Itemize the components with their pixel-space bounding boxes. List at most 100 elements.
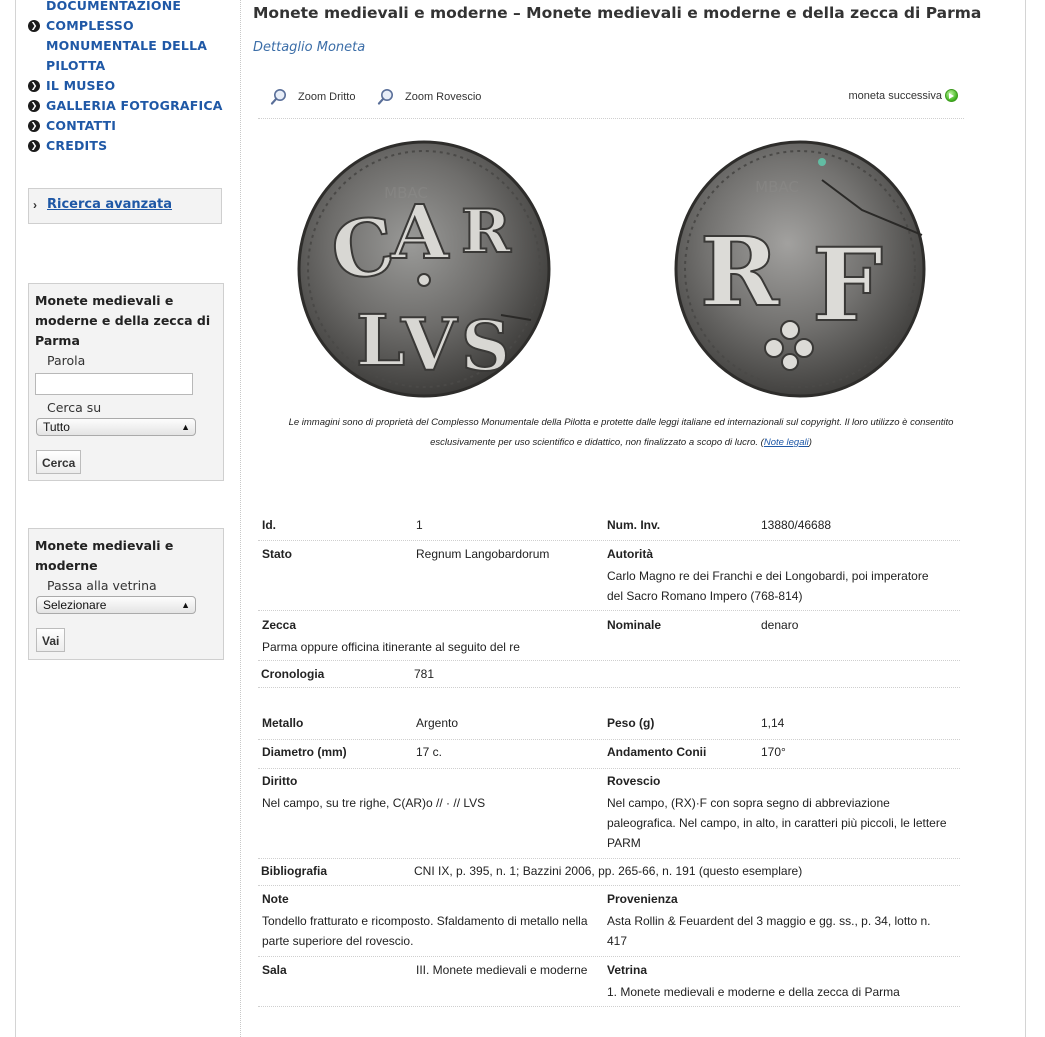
field-value: 170°: [761, 745, 786, 759]
zoom-reverse-button[interactable]: Zoom Rovescio: [377, 88, 481, 106]
field-value: III. Monete medievali e moderne: [416, 963, 588, 977]
field-value: Argento: [416, 716, 459, 730]
select-arrows-icon: ▲︎: [181, 422, 190, 432]
go-button[interactable]: Vai: [36, 628, 66, 652]
field-label: Note: [262, 892, 289, 906]
search-box: Monete medievali e moderne e della zecca…: [28, 283, 224, 481]
field-value: PARM: [607, 836, 641, 850]
showcase-select[interactable]: Selezionare ▲︎: [36, 596, 196, 614]
svg-text:R: R: [700, 217, 780, 328]
nav-item-label[interactable]: Contatti: [46, 116, 116, 136]
nav-item-label[interactable]: Documentazione: [46, 0, 181, 16]
search-in-select[interactable]: Tutto ▲︎: [36, 418, 196, 436]
nav-item-label[interactable]: Credits: [46, 136, 107, 156]
copyright-line-2-end: ): [808, 437, 812, 448]
table-row: Id. 1 Num. Inv. 13880/46688: [258, 512, 960, 541]
search-box-title: Monete medievali e moderne e della zecca…: [35, 293, 211, 348]
field-label: Diritto: [262, 774, 298, 788]
table-row: Diametro (mm) 17 c. Andamento Conii 170°: [258, 740, 960, 769]
column-divider: [240, 0, 241, 1037]
field-label: Andamento Conii: [607, 745, 707, 759]
nav-item-credits[interactable]: ❯ Credits: [28, 136, 228, 156]
search-in-select-value: Tutto: [43, 420, 70, 434]
nav-item-complesso[interactable]: ❯ Complesso monumentale della Pilotta: [28, 16, 228, 76]
field-value: Tondello fratturato e ricomposto. Sfalda…: [262, 914, 588, 928]
field-label: Id.: [262, 518, 276, 532]
field-value: 781: [414, 667, 435, 681]
field-value: Carlo Magno re dei Franchi e dei Longoba…: [607, 569, 929, 583]
svg-text:A: A: [390, 190, 450, 276]
field-label: Peso (g): [607, 716, 655, 730]
field-value: 417: [607, 934, 628, 948]
showcase-box: Monete medievali e moderne Passa alla ve…: [28, 528, 224, 660]
word-input[interactable]: [35, 373, 193, 395]
coin-info-table-1: Id. 1 Num. Inv. 13880/46688 Stato Regnum…: [258, 512, 960, 688]
table-row: Diritto Nel campo, su tre righe, C(AR)o …: [258, 769, 960, 859]
coin-reverse-image[interactable]: MBAC R F: [672, 140, 928, 398]
next-arrow-icon: [945, 89, 958, 102]
field-label: Metallo: [262, 716, 304, 730]
field-value: 13880/46688: [761, 518, 832, 532]
field-value: Nel campo, (RX)·F con sopra segno di abb…: [607, 796, 890, 810]
advanced-search-link[interactable]: Ricerca avanzata: [47, 197, 172, 212]
coin-toolbar: Zoom Dritto Zoom Rovescio moneta success…: [258, 84, 964, 119]
table-row: Bibliografia CNI IX, p. 395, n. 1; Bazzi…: [258, 859, 960, 886]
nav-bullet-icon: [28, 0, 40, 12]
zoom-reverse-label: Zoom Rovescio: [405, 91, 482, 103]
coin-info-table-2: Metallo Argento Peso (g) 1,14 Diametro (…: [258, 711, 960, 1007]
nav-item-contatti[interactable]: ❯ Contatti: [28, 116, 228, 136]
svg-text:L: L: [356, 299, 405, 382]
nav-item-label[interactable]: Galleria fotografica: [46, 96, 223, 116]
next-coin-link[interactable]: moneta successiva: [848, 89, 958, 102]
nav-item-galleria[interactable]: ❯ Galleria fotografica: [28, 96, 228, 116]
field-value: Asta Rollin & Feuardent del 3 maggio e g…: [607, 914, 931, 928]
field-label: Vetrina: [607, 963, 648, 977]
page-title: Monete medievali e moderne – Monete medi…: [253, 4, 982, 22]
copyright-line-1: Le immagini sono di proprietà del Comple…: [288, 417, 954, 428]
copyright-line-2: esclusivamente per uso scientifico e did…: [262, 433, 980, 453]
chevron-right-icon: ❯: [28, 100, 40, 112]
copyright-notice: Le immagini sono di proprietà del Comple…: [262, 413, 980, 453]
table-row: Zecca Parma oppure officina itinerante a…: [258, 611, 960, 661]
field-label: Diametro (mm): [262, 745, 347, 759]
field-value: CNI IX, p. 395, n. 1; Bazzini 2006, pp. …: [414, 864, 803, 878]
sidebar-nav: Documentazione ❯ Complesso monumentale d…: [28, 0, 228, 156]
field-value: 17 c.: [416, 745, 443, 759]
showcase-box-title: Monete medievali e moderne: [35, 538, 174, 573]
table-row: Cronologia 781: [258, 661, 960, 688]
nav-item-museo[interactable]: ❯ Il museo: [28, 76, 228, 96]
chevron-right-icon: ❯: [28, 20, 40, 32]
field-label: Autorità: [607, 547, 653, 561]
coin-obverse-image[interactable]: MBAC C A R L V S: [296, 140, 552, 398]
field-label: Sala: [262, 963, 287, 977]
field-label: Bibliografia: [261, 864, 328, 878]
nav-item-label[interactable]: Il museo: [46, 76, 115, 96]
field-value: 1,14: [761, 716, 785, 730]
zoom-obverse-label: Zoom Dritto: [298, 91, 356, 103]
field-value: Regnum Langobardorum: [416, 547, 550, 561]
table-row: Metallo Argento Peso (g) 1,14: [258, 711, 960, 740]
zoom-obverse-button[interactable]: Zoom Dritto: [270, 88, 355, 106]
chevron-right-icon: ❯: [28, 80, 40, 92]
svg-text:R: R: [461, 197, 512, 267]
field-label: Num. Inv.: [607, 518, 661, 532]
showcase-label: Passa alla vetrina: [47, 578, 157, 593]
magnifier-icon: [270, 89, 286, 105]
svg-text:C: C: [326, 200, 400, 299]
legal-notes-link[interactable]: Note legali: [764, 437, 809, 448]
field-value: Nel campo, su tre righe, C(AR)o // · // …: [262, 796, 486, 810]
page-subtitle: Dettaglio Moneta: [253, 40, 366, 55]
copyright-line-2-text: esclusivamente per uso scientifico e did…: [430, 437, 764, 448]
nav-item-label[interactable]: Complesso monumentale della Pilotta: [46, 16, 228, 76]
search-button[interactable]: Cerca: [36, 450, 82, 474]
select-arrows-icon: ▲︎: [181, 600, 190, 610]
svg-text:F: F: [812, 226, 883, 344]
nav-item-documentazione[interactable]: Documentazione: [28, 0, 228, 16]
coin-watermark: MBAC: [755, 178, 799, 196]
showcase-select-value: Selezionare: [43, 598, 107, 612]
field-label: Stato: [262, 547, 292, 561]
page-frame-right: [1025, 0, 1026, 1037]
field-value: del Sacro Romano Impero (768-814): [607, 589, 803, 603]
svg-text:S: S: [461, 307, 510, 387]
field-label: Zecca: [262, 618, 297, 632]
